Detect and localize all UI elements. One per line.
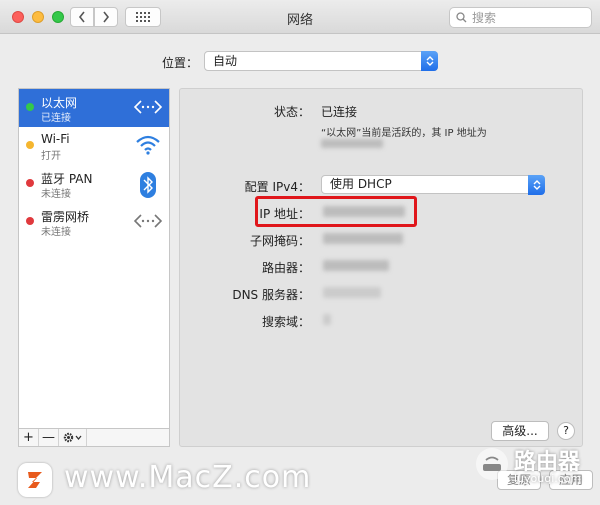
location-stepper[interactable] — [421, 51, 438, 71]
subnet-mask-label: 子网掩码： — [249, 234, 310, 248]
gear-icon — [63, 432, 81, 443]
configure-ipv4-select[interactable]: 使用 DHCP — [321, 175, 545, 195]
redacted-subnet-mask — [323, 233, 403, 244]
service-status: 未连接 — [41, 189, 71, 200]
service-status: 打开 — [41, 151, 61, 162]
configure-ipv4-stepper[interactable] — [528, 175, 545, 195]
add-service-button[interactable]: + — [19, 429, 39, 446]
service-status: 未连接 — [41, 227, 71, 238]
status-dot — [26, 141, 34, 149]
macz-logo — [18, 463, 52, 497]
configure-ipv4-label: 配置 IPv4： — [244, 180, 310, 194]
status-note: “以太网”当前是活跃的，其 IP 地址为 — [321, 128, 487, 139]
search-domain-label: 搜索域： — [261, 315, 310, 329]
search-placeholder: 搜索 — [472, 11, 497, 25]
status-dot — [26, 179, 34, 187]
status-value: 已连接 — [321, 105, 358, 119]
highlight-box — [255, 196, 417, 227]
search-icon — [456, 12, 467, 23]
service-item-wifi[interactable]: Wi-Fi 打开 — [19, 127, 169, 165]
service-item-thunderbolt-bridge[interactable]: 雷雳网桥 未连接 — [19, 203, 169, 241]
redacted-search-domain — [323, 314, 331, 325]
service-name: Wi-Fi — [41, 132, 70, 146]
search-field[interactable]: 搜索 — [449, 7, 592, 28]
redacted-router — [323, 260, 389, 271]
redacted-ip-note — [321, 139, 383, 148]
service-list: 以太网 已连接 Wi-Fi 打开 蓝牙 PAN 未连接 雷雳网桥 未连接 — [18, 88, 170, 429]
service-status: 已连接 — [41, 113, 71, 124]
service-list-toolbar: + — — [18, 429, 170, 447]
status-dot — [26, 217, 34, 225]
watermark-site: www.MacZ.com — [64, 460, 312, 495]
status-label: 状态： — [273, 105, 310, 119]
location-value: 自动 — [213, 54, 238, 68]
configure-ipv4-value: 使用 DHCP — [330, 177, 392, 191]
advanced-button[interactable]: 高级... — [491, 421, 549, 441]
z-logo-icon — [28, 472, 42, 488]
dns-server-label: DNS 服务器： — [232, 288, 310, 302]
wifi-icon — [136, 135, 160, 155]
redacted-dns-server — [323, 287, 381, 298]
remove-service-button[interactable]: — — [39, 429, 59, 446]
service-item-bluetooth-pan[interactable]: 蓝牙 PAN 未连接 — [19, 165, 169, 203]
router-watermark-url: luyouqi.com — [514, 472, 582, 485]
title-bar: 网络 搜索 — [0, 0, 600, 34]
router-watermark: 路由器 luyouqi.com — [470, 440, 596, 496]
action-menu-button[interactable] — [59, 429, 87, 446]
up-down-arrows-icon — [533, 180, 540, 190]
location-label: 位置： — [162, 56, 199, 70]
ethernet-icon — [133, 100, 163, 114]
status-dot — [26, 103, 34, 111]
up-down-arrows-icon — [426, 56, 433, 66]
help-button[interactable]: ? — [557, 422, 575, 440]
location-select[interactable]: 自动 — [204, 51, 438, 71]
router-icon — [476, 448, 508, 480]
router-label: 路由器： — [261, 261, 310, 275]
service-item-ethernet[interactable]: 以太网 已连接 — [19, 89, 169, 127]
ethernet-icon — [133, 214, 163, 228]
bluetooth-icon — [140, 172, 156, 198]
